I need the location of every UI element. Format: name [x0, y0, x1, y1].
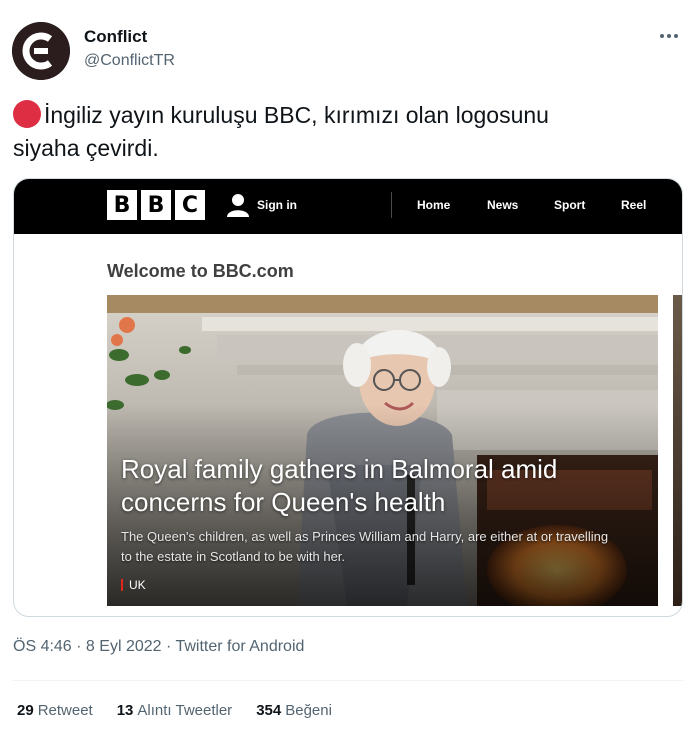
hero-image: Royal family gathers in Balmoral amid co…	[107, 295, 658, 606]
tag-label: UK	[129, 578, 146, 592]
sign-in-label: Sign in	[257, 198, 297, 212]
like-count[interactable]: 354 Beğeni	[256, 702, 332, 719]
bbc-nav-bar: B B C Sign in Home News Sport Reel	[14, 179, 682, 234]
news-summary: The Queen's children, as well as Princes…	[121, 529, 609, 564]
quote-tweet-count[interactable]: 13 Alıntı Tweetler	[117, 702, 232, 719]
retweet-count[interactable]: 29 Retweet	[17, 702, 93, 719]
more-options-button[interactable]	[657, 24, 681, 48]
divider	[13, 680, 683, 681]
more-dots-icon	[660, 34, 678, 38]
tweet-media-image[interactable]: B B C Sign in Home News Sport Reel Welco…	[13, 178, 683, 617]
tweet-text: İngiliz yayın kuruluşu BBC, kırımızı ola…	[13, 99, 663, 165]
news-tag: UK	[121, 578, 146, 592]
author-handle[interactable]: @ConflictTR	[84, 52, 175, 70]
user-icon	[227, 194, 249, 217]
red-circle-icon	[13, 100, 41, 128]
welcome-heading: Welcome to BBC.com	[107, 261, 294, 281]
author-name[interactable]: Conflict	[84, 27, 147, 47]
bbc-logo: B B C	[107, 190, 205, 220]
bbc-logo-block: C	[175, 190, 205, 220]
nav-sport: Sport	[554, 198, 586, 212]
nav-news: News	[487, 198, 519, 212]
nav-divider	[391, 192, 392, 218]
tag-bar	[121, 579, 123, 591]
news-headline: Royal family gathers in Balmoral amid co…	[121, 454, 558, 517]
tweet-stats: 29 Retweet 13 Alıntı Tweetler 354 Beğeni	[17, 702, 356, 719]
tweet-timestamp[interactable]: ÖS 4:46 · 8 Eyl 2022 · Twitter for Andro…	[13, 638, 304, 656]
conflict-logo-icon	[12, 22, 70, 80]
bbc-logo-block: B	[141, 190, 171, 220]
tweet-text-line1: İngiliz yayın kuruluşu BBC, kırımızı ola…	[44, 102, 549, 128]
sign-in-link: Sign in	[227, 193, 297, 217]
tweet-text-line2: siyaha çevirdi.	[13, 135, 159, 161]
bbc-nav-links: Home News Sport Reel	[417, 198, 646, 212]
nav-reel: Reel	[621, 198, 647, 212]
nav-home: Home	[417, 198, 451, 212]
next-image-edge	[673, 295, 682, 606]
bbc-logo-block: B	[107, 190, 137, 220]
avatar[interactable]	[12, 22, 70, 80]
